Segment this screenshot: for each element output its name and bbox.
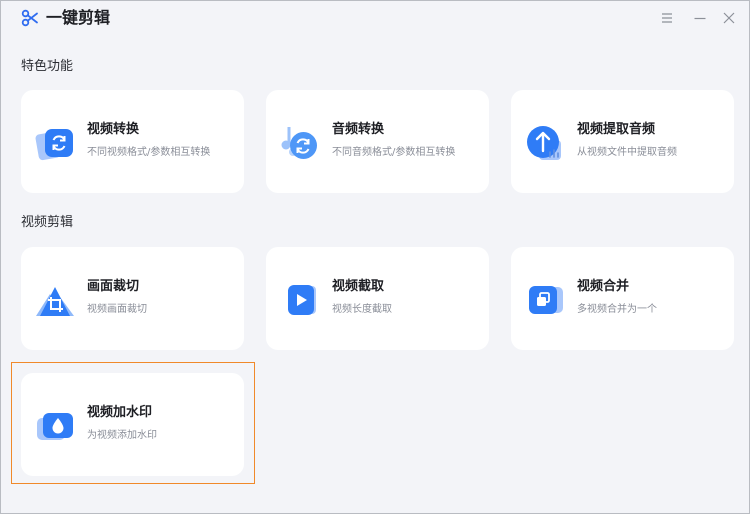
watermark-icon [37, 413, 73, 440]
card-title: 音频转换 [332, 122, 385, 137]
card-video-trim[interactable]: 视频截取 视频长度截取 [266, 247, 489, 350]
card-title: 画面裁切 [87, 279, 140, 294]
card-description: 视频画面裁切 [87, 304, 147, 315]
card-video-convert[interactable]: 视频转换 不同视频格式/参数相互转换 [21, 90, 244, 193]
close-icon[interactable] [721, 10, 737, 26]
card-title: 视频提取音频 [577, 122, 656, 137]
extract-audio-icon [527, 126, 561, 160]
card-description: 多视频合并为一个 [577, 304, 657, 315]
card-title: 视频转换 [87, 122, 140, 137]
video-convert-icon [35, 129, 73, 161]
crop-icon [36, 287, 74, 316]
card-description: 视频长度截取 [332, 304, 392, 315]
card-description: 为视频添加水印 [87, 430, 157, 441]
card-audio-convert[interactable]: 音频转换 不同音频格式/参数相互转换 [266, 90, 489, 193]
card-extract-audio[interactable]: 视频提取音频 从视频文件中提取音频 [511, 90, 734, 193]
video-merge-icon [529, 286, 563, 314]
app-window: 一键剪辑 特色功能 视频转换 不同视频格式/参数相互转换 音频转换 不同音频格式… [0, 0, 750, 514]
card-description: 从视频文件中提取音频 [577, 147, 677, 158]
title-bar: 一键剪辑 [1, 1, 749, 35]
card-watermark[interactable]: 视频加水印 为视频添加水印 [21, 373, 244, 476]
audio-convert-icon [281, 127, 317, 159]
card-description: 不同音频格式/参数相互转换 [332, 147, 456, 158]
card-title: 视频加水印 [87, 405, 153, 420]
app-title: 一键剪辑 [46, 8, 111, 27]
card-title: 视频截取 [332, 279, 385, 294]
card-description: 不同视频格式/参数相互转换 [87, 147, 211, 158]
scissors-icon [21, 9, 38, 27]
section-title-features: 特色功能 [21, 59, 74, 74]
card-video-merge[interactable]: 视频合并 多视频合并为一个 [511, 247, 734, 350]
menu-icon[interactable] [659, 10, 675, 26]
card-crop[interactable]: 画面裁切 视频画面裁切 [21, 247, 244, 350]
card-title: 视频合并 [577, 279, 630, 294]
minimize-icon[interactable] [692, 10, 708, 26]
video-trim-icon [288, 285, 316, 315]
section-title-video-editing: 视频剪辑 [21, 215, 74, 230]
